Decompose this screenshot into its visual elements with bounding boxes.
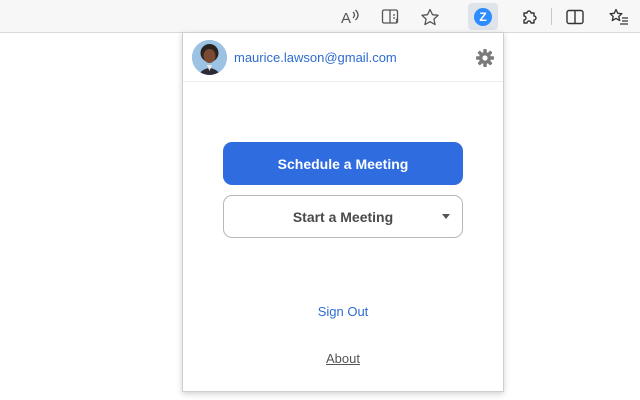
favorites-button[interactable] xyxy=(604,3,634,30)
extensions-button[interactable] xyxy=(515,3,545,30)
split-screen-button[interactable] xyxy=(560,3,590,30)
chevron-down-icon[interactable] xyxy=(442,214,450,219)
extensions-puzzle-icon xyxy=(523,9,537,24)
favorite-star-icon xyxy=(421,8,439,25)
split-screen-icon xyxy=(566,9,584,24)
avatar xyxy=(192,40,227,75)
zoom-extension-popup: maurice.lawson@gmail.com Schedule a Meet… xyxy=(182,32,504,392)
popup-header: maurice.lawson@gmail.com xyxy=(183,33,503,82)
favorites-list-icon xyxy=(609,8,628,25)
read-aloud-icon: A xyxy=(341,9,359,26)
schedule-meeting-button[interactable]: Schedule a Meeting xyxy=(223,142,463,185)
immersive-reader-button[interactable] xyxy=(376,3,406,30)
about-link[interactable]: About xyxy=(183,351,503,366)
immersive-reader-icon xyxy=(381,8,399,24)
add-favorite-button[interactable] xyxy=(415,3,445,30)
toolbar-divider xyxy=(551,8,552,25)
sign-out-link[interactable]: Sign Out xyxy=(183,304,503,319)
browser-toolbar: A Z xyxy=(0,0,640,33)
start-meeting-label: Start a Meeting xyxy=(292,208,394,225)
svg-text:A: A xyxy=(341,10,351,26)
settings-button[interactable] xyxy=(475,48,495,68)
start-meeting-button[interactable]: Start a Meeting xyxy=(223,195,463,238)
zoom-extension-button[interactable]: Z xyxy=(468,3,498,30)
gear-icon xyxy=(476,49,494,67)
zoom-extension-icon: Z xyxy=(474,7,492,26)
read-aloud-button[interactable]: A xyxy=(335,3,365,30)
account-email: maurice.lawson@gmail.com xyxy=(234,50,397,65)
